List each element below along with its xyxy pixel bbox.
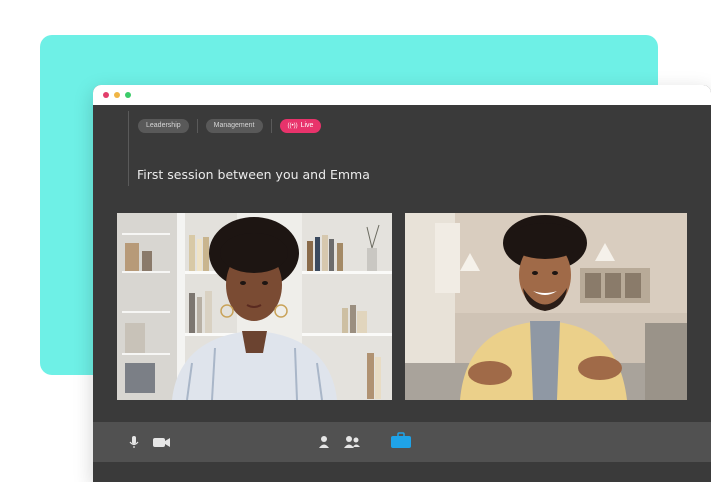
window-maximize-dot[interactable] — [125, 92, 131, 98]
tag-list: Leadership Management ((•)) Live — [138, 119, 322, 133]
session-title: First session between you and Emma — [137, 167, 370, 182]
window-titlebar — [93, 85, 711, 105]
session-content: Leadership Management ((•)) Live First s… — [93, 105, 711, 462]
user-icon[interactable] — [319, 434, 329, 453]
video-tile-man[interactable] — [405, 213, 687, 400]
live-label: Live — [300, 122, 314, 129]
live-badge: ((•)) Live — [279, 119, 322, 133]
tag-divider — [270, 119, 272, 133]
broadcast-icon: ((•)) — [287, 123, 298, 129]
call-controls-bar — [93, 422, 711, 462]
tag-leadership[interactable]: Leadership — [138, 119, 189, 133]
microphone-icon[interactable] — [129, 434, 139, 453]
tag-divider — [196, 119, 198, 133]
participant-woman-image — [117, 213, 392, 400]
briefcase-icon[interactable] — [391, 432, 411, 452]
video-tile-woman[interactable] — [117, 213, 392, 400]
camera-icon[interactable] — [153, 434, 171, 453]
divider-line — [128, 111, 129, 186]
window-minimize-dot[interactable] — [114, 92, 120, 98]
tag-management[interactable]: Management — [205, 119, 263, 133]
window-close-dot[interactable] — [103, 92, 109, 98]
users-icon[interactable] — [344, 434, 360, 453]
app-window: Leadership Management ((•)) Live First s… — [93, 85, 711, 482]
participant-man-image — [405, 213, 687, 400]
